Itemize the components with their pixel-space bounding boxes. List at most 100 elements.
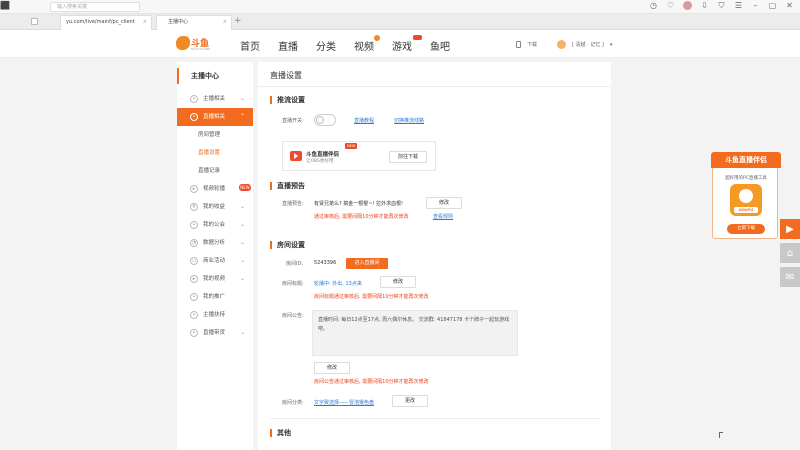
live-tutorial-link[interactable]: 直播教程 <box>354 117 374 124</box>
room-notice-textarea[interactable]: 直播时间: 每日12点至17点, 周六偶尔休息。 交流群: 41847178 卡… <box>312 310 518 356</box>
nav-fishbar[interactable]: 鱼吧 <box>430 38 450 53</box>
sidebar-sub-live-record[interactable]: 直播记录 <box>177 162 253 180</box>
view-rules-link[interactable]: 查看规则 <box>433 213 453 220</box>
sidebar-item-anchor[interactable]: • 主播相关 ⌄ <box>177 90 253 108</box>
tab-client[interactable]: yu.com/live/mainf/pc_client × <box>60 15 152 30</box>
sidebar-item-live[interactable]: • 直播相关 ⌃ <box>177 108 253 126</box>
room-category-change-button[interactable]: 更改 <box>392 395 428 407</box>
browser-right-icons: ◷ ♡ ⇩ ⛉ ☰ – ▢ ✕ <box>649 1 794 10</box>
companion-play-icon <box>290 151 302 161</box>
sidebar-sub-room-manage[interactable]: 房间管理 <box>177 126 253 144</box>
room-notice-edit-button[interactable]: 修改 <box>314 362 350 374</box>
shirt-icon[interactable]: ⛉ <box>717 1 726 10</box>
enter-room-button[interactable]: 进入直播间 <box>346 258 388 269</box>
room-title-label: 房间标题: <box>282 281 304 287</box>
new-tab-button[interactable]: + <box>234 16 242 26</box>
play-circle-icon: ▸ <box>190 185 198 193</box>
header-right: 下载 [ 清越 · 记忆 ] ▾ <box>516 40 612 49</box>
yen-icon: ¥ <box>190 203 198 211</box>
sidebar-item-promotion[interactable]: • 我的推广 <box>177 288 253 306</box>
nav-video[interactable]: 视频 <box>354 35 380 53</box>
douyu-logo[interactable]: 斗鱼 DOUYU.COM <box>176 34 216 54</box>
favorite-icon[interactable]: ♡ <box>666 1 675 10</box>
pie-chart-icon: ◔ <box>190 239 198 247</box>
play-icon: ▶ <box>786 223 794 235</box>
minimize-icon[interactable]: – <box>751 1 760 10</box>
sidebar-item-label: 主播相关 <box>203 96 226 102</box>
room-category-value[interactable]: 文字致选择——冒泡猴色盘 <box>314 399 374 406</box>
title-divider <box>258 86 611 87</box>
room-notice-warning: 房间公告通过审核后, 需要间隔10分钟才能再次修改 <box>314 379 429 385</box>
tab-label: 主播中心 <box>168 19 189 25</box>
section-preview-heading: 直播预告 <box>270 182 305 190</box>
room-notice-text: 直播时间: 每日12点至17点, 周六偶尔休息。 交流群: 41847178 卡… <box>318 317 510 332</box>
sidebar-item-label: 直播带货 <box>203 330 226 336</box>
chevron-up-icon: ⌃ <box>239 113 245 120</box>
tab-checkbox[interactable] <box>31 18 38 25</box>
main-panel: 直播设置 推流设置 直播开关: 直播教程 切换推流线路 斗鱼直播伴侣 NEW 让… <box>258 62 611 450</box>
play-side-button[interactable]: ▶ <box>780 219 800 239</box>
go-download-button[interactable]: 前往下载 <box>389 151 427 163</box>
promo-subtitle: 超好用的PC直播工具 <box>725 176 767 181</box>
obs-companion-card: 斗鱼直播伴侣 NEW 让OBS更好用 前往下载 <box>282 141 436 171</box>
download-link[interactable]: 下载 <box>527 41 537 48</box>
preview-label: 直播预告: <box>282 201 304 207</box>
main-nav: 首页 直播 分类 视频 游戏 鱼吧 <box>240 35 468 53</box>
switch-push-line-link[interactable]: 切换推流线路 <box>394 117 424 124</box>
briefcase-icon: ▭ <box>190 257 198 265</box>
nav-home[interactable]: 首页 <box>240 38 260 53</box>
tab-label: yu.com/live/mainf/pc_client <box>66 19 135 25</box>
browser-avatar[interactable] <box>683 1 692 10</box>
nav-video-label: 视频 <box>354 42 374 53</box>
chevron-down-icon[interactable]: ▾ <box>610 42 613 48</box>
tab-close-icon[interactable]: × <box>143 16 147 29</box>
tab-close-icon[interactable]: × <box>223 16 227 29</box>
user-name[interactable]: [ 清越 · 记忆 ] <box>572 41 604 48</box>
promo-download-button[interactable]: 立即下载 <box>727 224 765 234</box>
tab-anchor-center[interactable]: 主播中心 × <box>156 15 232 30</box>
maximize-icon[interactable]: ▢ <box>768 1 777 10</box>
sidebar-item-analytics[interactable]: ◔ 数据分析 ⌄ <box>177 234 253 252</box>
live-switch-toggle[interactable] <box>314 114 336 126</box>
sidebar-item-label: 直播相关 <box>203 114 226 120</box>
history-icon[interactable]: ◷ <box>649 1 658 10</box>
sidebar-sub-live-settings[interactable]: 直播设置 <box>177 144 253 162</box>
section-push-heading: 推流设置 <box>270 96 305 104</box>
promo-title: 斗鱼直播伴侣 <box>711 152 781 168</box>
user-avatar[interactable] <box>557 40 567 49</box>
home-side-button[interactable]: ⌂ <box>780 243 800 263</box>
preview-edit-button[interactable]: 修改 <box>426 197 462 209</box>
nav-game[interactable]: 游戏 <box>392 35 422 53</box>
menu-icon[interactable]: ☰ <box>734 1 743 10</box>
browser-tabbar: yu.com/live/mainf/pc_client × 主播中心 × + <box>0 14 800 30</box>
nav-category[interactable]: 分类 <box>316 38 336 53</box>
mic-icon: • <box>190 95 198 103</box>
preview-warning: 通过审核后, 需要间隔10分钟才能再次修改 <box>314 214 409 220</box>
shopping-bag-icon: • <box>190 329 198 337</box>
chevron-down-icon: ⌄ <box>239 221 245 228</box>
companion-title: 斗鱼直播伴侣 <box>306 152 340 158</box>
preview-text: 有贤兄弟么? 搞金一根棍~! 拉外求血根! <box>314 201 404 207</box>
sidebar-item-guild[interactable]: • 我的公会 ⌄ <box>177 216 253 234</box>
sidebar-item-business[interactable]: ▭ 商业活动 ⌄ <box>177 252 253 270</box>
feedback-side-button[interactable]: ✉ <box>780 267 800 287</box>
chevron-down-icon: ⌄ <box>239 203 245 210</box>
companion-promo-panel[interactable]: 斗鱼直播伴侣 超好用的PC直播工具 DOUYU 立即下载 <box>711 152 781 239</box>
fish-logo-icon <box>176 36 190 50</box>
sidebar-item-label: 我的收益 <box>203 204 226 210</box>
sidebar-item-my-video[interactable]: ▸ 我的视频 ⌄ <box>177 270 253 288</box>
room-title-edit-button[interactable]: 修改 <box>380 276 416 288</box>
download-icon[interactable]: ⇩ <box>700 1 709 10</box>
close-icon[interactable]: ✕ <box>785 1 794 10</box>
room-title-value: 轮播中: 外出, 13点来 <box>314 281 362 287</box>
browser-search-input[interactable]: 输入搜索关键 <box>50 2 140 12</box>
sidebar-item-video-carousel[interactable]: ▸ 视频轮播 NEW <box>177 180 253 198</box>
phone-download-icon[interactable] <box>516 41 521 48</box>
sidebar-item-commerce[interactable]: • 直播带货 ⌄ <box>177 324 253 342</box>
sidebar-item-label: 视频轮播 <box>203 186 226 192</box>
nav-live[interactable]: 直播 <box>278 38 298 53</box>
sidebar-item-support[interactable]: • 主播扶持 <box>177 306 253 324</box>
sidebar-item-income[interactable]: ¥ 我的收益 ⌄ <box>177 198 253 216</box>
section-other-heading: 其他 <box>270 429 291 437</box>
site-header: 斗鱼 DOUYU.COM 首页 直播 分类 视频 游戏 鱼吧 下载 [ 清越 ·… <box>0 30 800 58</box>
